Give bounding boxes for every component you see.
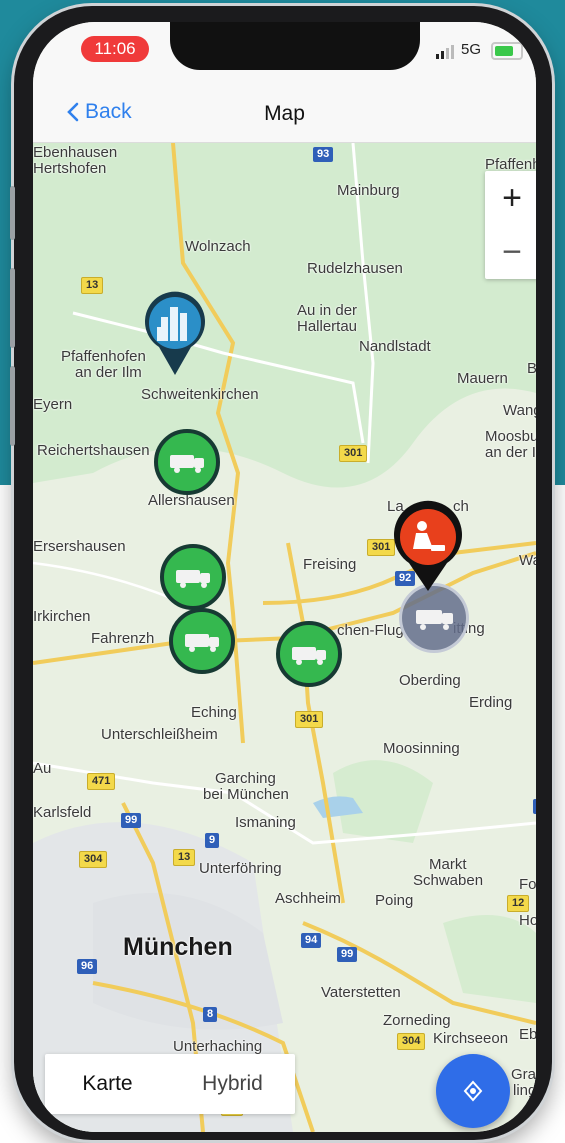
truck-icon xyxy=(292,647,326,665)
truck-marker[interactable] xyxy=(154,429,220,495)
road-shield: 94 xyxy=(301,933,322,948)
road-shield: 9 xyxy=(205,833,220,848)
place-label: Grafin xyxy=(511,1066,536,1083)
network-label: 5G xyxy=(461,41,482,58)
map-type-toggle: Karte Hybrid xyxy=(45,1054,295,1114)
status-time: 11:06 xyxy=(81,36,149,62)
place-label: Markt xyxy=(429,856,467,873)
place-label: Vaterstetten xyxy=(321,984,401,1001)
page-title: Map xyxy=(264,102,305,125)
zoom-out-button[interactable]: − xyxy=(485,225,536,279)
place-label: Wolnzach xyxy=(185,238,251,255)
place-label: Pfaffenhofen xyxy=(61,348,146,365)
place-label: Aschheim xyxy=(275,890,341,907)
road-shield: 99 xyxy=(121,813,142,828)
place-label: Moosinning xyxy=(383,740,460,757)
phone-screen: 11:06 5G Back Map Ebenhausen Hertshofen … xyxy=(33,22,536,1132)
place-label: Mainburg xyxy=(337,182,400,199)
place-label: Hallertau xyxy=(297,318,358,335)
place-label: Reichertshausen xyxy=(37,442,150,459)
place-label: Fo xyxy=(519,876,536,893)
place-label: Unterhaching xyxy=(173,1038,263,1055)
place-label: Hertshofen xyxy=(33,160,107,177)
place-label: Poing xyxy=(375,892,414,909)
place-label: Schweitenkirchen xyxy=(141,386,259,403)
road-shield: 94 xyxy=(533,799,536,814)
place-label: Ebenhausen xyxy=(33,144,118,161)
road-shield: 304 xyxy=(79,851,108,868)
road-shield: 471 xyxy=(87,773,116,790)
signal-icon xyxy=(436,45,454,59)
road-shield: 8 xyxy=(203,1007,218,1022)
road-shield: 13 xyxy=(173,849,196,866)
nav-bar: Back Map xyxy=(33,90,536,143)
truck-marker[interactable] xyxy=(169,608,235,674)
place-label: Nandlstadt xyxy=(359,338,431,355)
phone-volume-down xyxy=(10,366,15,446)
truck-icon xyxy=(176,570,210,588)
phone-volume-up xyxy=(10,268,15,348)
road-shield: 93 xyxy=(313,147,334,162)
place-label: bei München xyxy=(203,786,289,803)
place-label: Wa xyxy=(519,552,536,569)
place-label: Au xyxy=(33,760,52,777)
place-label: ling xyxy=(513,1082,536,1099)
karte-option[interactable]: Karte xyxy=(45,1072,170,1096)
locate-button[interactable] xyxy=(436,1054,510,1128)
road-shield: 12 xyxy=(507,895,530,912)
road-shield: 13 xyxy=(81,277,104,294)
truck-marker[interactable] xyxy=(276,621,342,687)
road-shield: 99 xyxy=(337,947,358,962)
place-label: Rudelzhausen xyxy=(307,260,403,277)
truck-icon xyxy=(185,634,219,652)
road-shield: 96 xyxy=(77,959,98,974)
place-label-city: München xyxy=(123,933,233,961)
place-label: Unterföhring xyxy=(199,860,282,877)
city-marker[interactable] xyxy=(141,291,209,377)
road-shield: 301 xyxy=(339,445,368,462)
place-label: Ismaning xyxy=(235,814,296,831)
place-label: Zorneding xyxy=(383,1012,451,1029)
place-label: Fahrenzh xyxy=(91,630,155,647)
place-label: Moosburg xyxy=(485,428,536,445)
place-label: Kirchseeon xyxy=(433,1030,509,1047)
place-label: B xyxy=(527,360,536,377)
place-label: an der Isar xyxy=(485,444,536,461)
status-bar: 11:06 5G xyxy=(33,22,536,90)
place-label: Eching xyxy=(191,704,237,721)
place-label: Mauern xyxy=(457,370,508,387)
place-label: Irkirchen xyxy=(33,608,91,625)
place-label: Garching xyxy=(215,770,276,787)
place-label: Ho xyxy=(519,912,536,929)
place-label: Ersershausen xyxy=(33,538,126,555)
place-label: chen-Flug xyxy=(337,622,404,639)
map-view[interactable]: Ebenhausen Hertshofen Mainburg Pfaffenh … xyxy=(33,143,536,1132)
battery-icon xyxy=(491,42,523,60)
phone-side-button xyxy=(10,186,15,240)
place-label: Erding xyxy=(469,694,513,711)
place-label: Oberding xyxy=(399,672,461,689)
place-label: Au in der xyxy=(297,302,358,319)
zoom-control: + − xyxy=(485,171,536,279)
notch xyxy=(170,22,420,70)
zoom-in-button[interactable]: + xyxy=(485,171,536,225)
locate-icon xyxy=(463,1080,483,1102)
road-shield: 304 xyxy=(397,1033,426,1050)
place-label: Wang xyxy=(503,402,536,419)
place-label: Schwaben xyxy=(413,872,484,889)
place-label: Eber xyxy=(519,1026,536,1043)
place-label: Freising xyxy=(303,556,357,573)
hybrid-option[interactable]: Hybrid xyxy=(170,1072,295,1096)
truck-icon xyxy=(416,610,453,630)
truck-marker[interactable] xyxy=(160,544,226,610)
place-label: an der Ilm xyxy=(75,364,142,381)
roadwork-marker[interactable] xyxy=(389,499,467,595)
place-label: Karlsfeld xyxy=(33,804,92,821)
road-shield: 301 xyxy=(295,711,324,728)
truck-icon xyxy=(170,455,204,473)
place-label: Eyern xyxy=(33,396,73,413)
place-label: Unterschleißheim xyxy=(101,726,218,743)
